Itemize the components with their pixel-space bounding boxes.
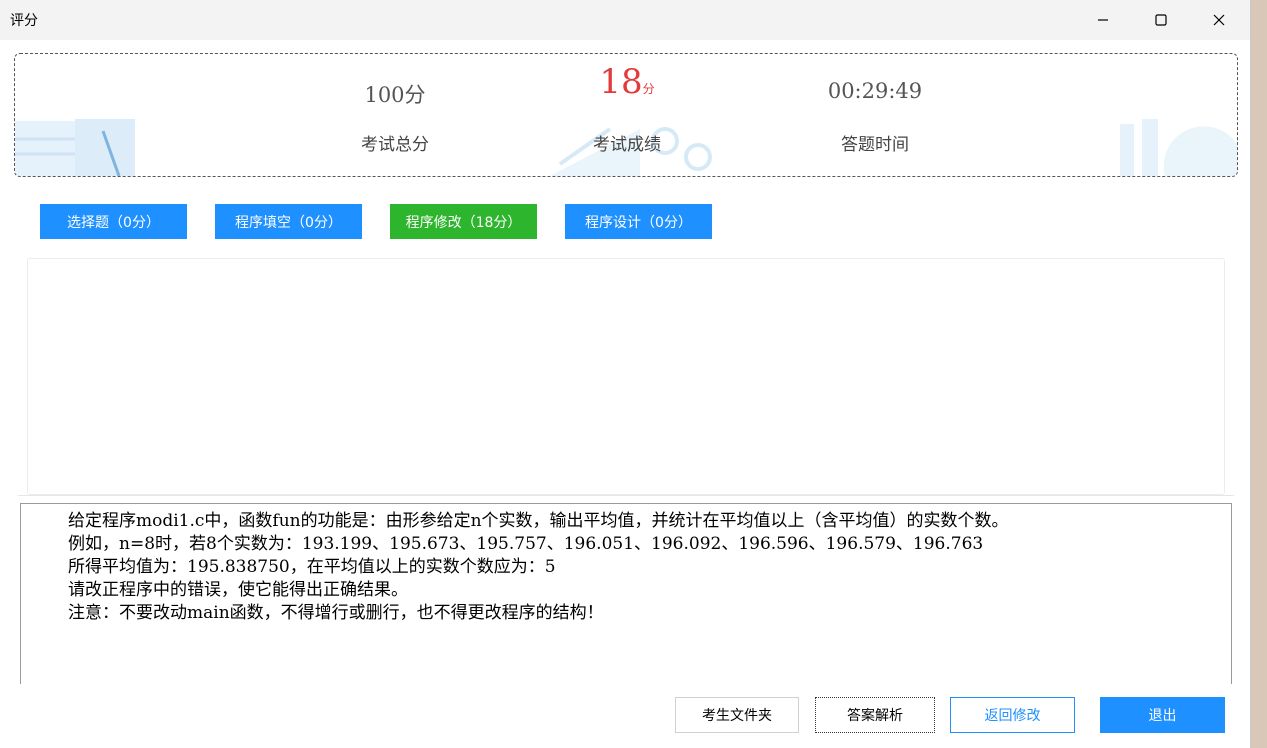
tab-program-fill[interactable]: 程序填空（0分） [215,204,362,239]
answer-analysis-button[interactable]: 答案解析 [815,697,935,733]
answer-time-value: 00:29:49 [827,79,923,103]
answer-time-label: 答题时间 [841,135,909,155]
question-line: 给定程序modi1.c中，函数fun的功能是：由形参给定n个实数，输出平均值，并… [68,511,1009,531]
score-window: 评分 100分 考试总分 18分 考试成绩 00:29:49 答题时间 选择题（… [0,0,1251,748]
book-illustration-icon [15,119,135,176]
exam-result-label: 考试成绩 [593,135,661,155]
maximize-icon [1155,14,1167,26]
question-text-panel[interactable]: 给定程序modi1.c中，函数fun的功能是：由形参给定n个实数，输出平均值，并… [20,503,1232,684]
maximize-button[interactable] [1138,4,1184,36]
question-line: 请改正程序中的错误，使它能得出正确结果。 [68,580,408,600]
minimize-icon [1098,19,1108,21]
window-title: 评分 [10,13,38,29]
back-to-edit-button[interactable]: 返回修改 [950,697,1075,733]
question-line: 例如，n=8时，若8个实数为：193.199、195.673、195.757、1… [68,534,984,554]
close-button[interactable] [1196,4,1242,36]
title-bar[interactable]: 评分 [0,0,1250,40]
total-score-value: 100分 [364,83,426,107]
tab-program-modify[interactable]: 程序修改（18分） [390,204,537,239]
protractor-illustration-icon [1120,119,1237,176]
exam-result-value-wrap: 18分 [547,62,707,102]
student-folder-button[interactable]: 考生文件夹 [675,697,799,733]
score-summary-panel: 100分 考试总分 18分 考试成绩 00:29:49 答题时间 [14,53,1238,177]
question-line: 所得平均值为：195.838750，在平均值以上的实数个数应为：5 [68,557,556,577]
tab-choice-questions[interactable]: 选择题（0分） [40,204,187,239]
question-line: 注意：不要改动main函数，不得增行或删行，也不得更改程序的结构！ [68,603,604,623]
total-score-label: 考试总分 [361,135,429,155]
exit-button[interactable]: 退出 [1100,697,1225,733]
divider [18,495,1234,496]
tab-content-panel [27,258,1225,495]
close-icon [1213,14,1225,26]
exam-result-value: 18 [599,62,643,102]
tab-program-design[interactable]: 程序设计（0分） [565,204,712,239]
exam-result-unit: 分 [642,82,655,96]
minimize-button[interactable] [1080,4,1126,36]
